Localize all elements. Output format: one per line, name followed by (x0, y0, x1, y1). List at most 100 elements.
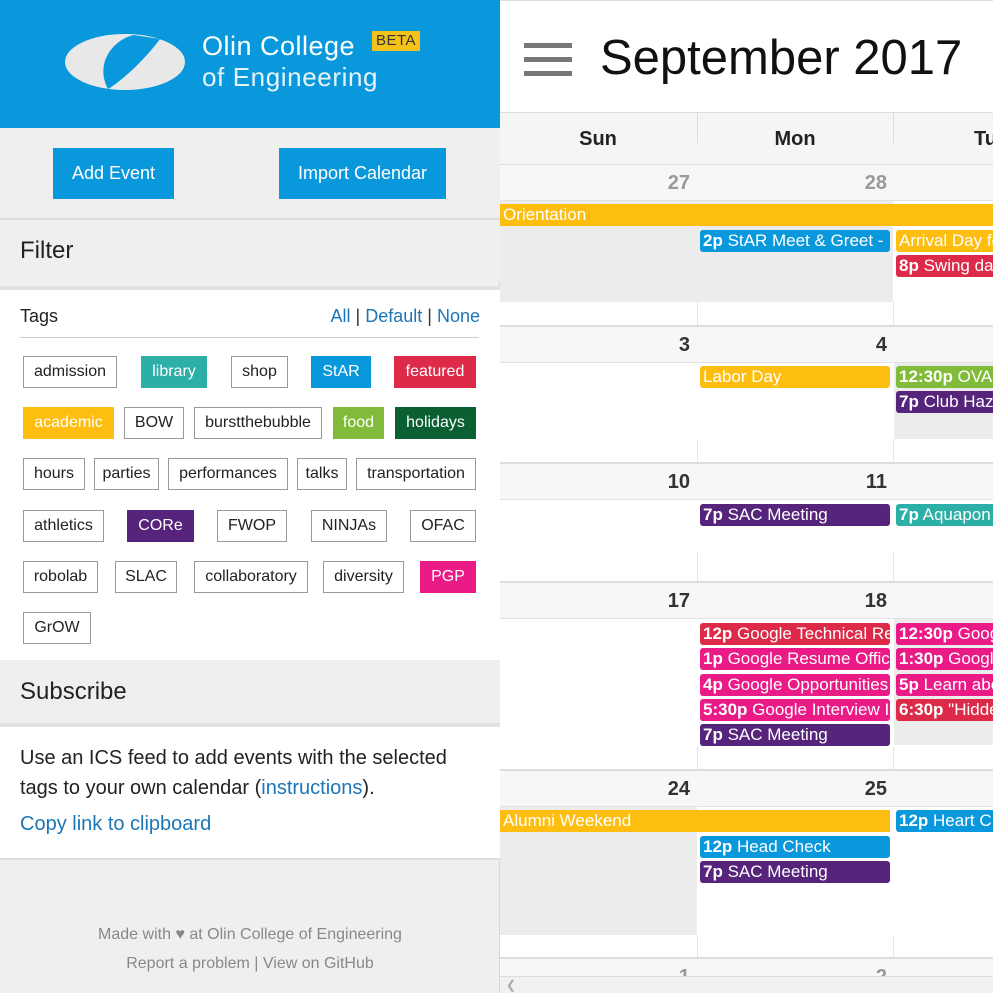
event-labor-day[interactable]: Labor Day (700, 366, 890, 388)
footer: Made with ♥ at Olin College of Engineeri… (0, 920, 500, 978)
filter-heading: Filter (0, 220, 500, 282)
tag-robolab[interactable]: robolab (23, 561, 98, 593)
tag-library[interactable]: library (141, 356, 207, 388)
instructions-link[interactable]: instructions (261, 777, 362, 799)
event-sac-meeting[interactable]: 7p SAC Meeting (700, 724, 890, 746)
subscribe-panel: Use an ICS feed to add events with the s… (0, 723, 500, 860)
select-all-link[interactable]: All (330, 306, 350, 326)
tag-star[interactable]: StAR (311, 356, 371, 388)
event-head-check[interactable]: 12p Head Check (700, 836, 890, 858)
dow-sunday: Sun (579, 127, 617, 150)
event-learn-about[interactable]: 5p Learn abo (896, 674, 993, 696)
day-number[interactable]: 27 (500, 172, 690, 195)
tag-shop[interactable]: shop (231, 356, 288, 388)
tag-pgp[interactable]: PGP (420, 561, 476, 593)
event-sac-meeting[interactable]: 7p SAC Meeting (700, 861, 890, 883)
event-alumni-weekend[interactable]: Alumni Weekend (500, 810, 890, 832)
event-club-haz[interactable]: 7p Club Haz (896, 391, 993, 413)
tag-parties[interactable]: parties (94, 458, 159, 490)
tag-holidays[interactable]: holidays (395, 407, 476, 439)
event-star-meet-greet[interactable]: 2p StAR Meet & Greet - (700, 230, 890, 252)
hamburger-menu-icon[interactable] (524, 43, 572, 76)
tag-ninjas[interactable]: NINJAs (311, 510, 387, 542)
tag-fwop[interactable]: FWOP (217, 510, 287, 542)
event-sac-meeting[interactable]: 7p SAC Meeting (700, 504, 890, 526)
divider (20, 337, 479, 338)
subscribe-text: Use an ICS feed to add events with the s… (20, 747, 447, 799)
sidebar: Olin College of Engineering BETA Add Eve… (0, 0, 500, 993)
tag-selection-links: All | Default | None (330, 306, 480, 327)
beta-badge: BETA (372, 31, 421, 51)
day-number[interactable]: 11 (697, 471, 887, 494)
week-row: 17 18 12p Google Technical Re 1p Google … (500, 583, 993, 771)
week-row: 3 4 Labor Day 12:30p OVA 7p Club Haz (500, 327, 993, 464)
event-heart-c[interactable]: 12p Heart C (896, 810, 993, 832)
event-hidden[interactable]: 6:30p "Hidde (896, 699, 993, 721)
select-default-link[interactable]: Default (365, 306, 422, 326)
event-google-opportunities[interactable]: 4p Google Opportunities (700, 674, 890, 696)
day-number[interactable]: 17 (500, 590, 690, 613)
day-number[interactable]: 25 (697, 778, 887, 801)
day-number[interactable]: 10 (500, 471, 690, 494)
dow-tuesday: Tu (974, 127, 993, 150)
tag-core[interactable]: CORe (127, 510, 194, 542)
filter-panel: Tags All | Default | None admission libr… (0, 286, 500, 660)
tag-hours[interactable]: hours (23, 458, 85, 490)
event-google-tuesday[interactable]: 12:30p Goog (896, 623, 993, 645)
tag-bow[interactable]: BOW (124, 407, 184, 439)
tags-label: Tags (20, 306, 59, 326)
tag-slac[interactable]: SLAC (115, 561, 177, 593)
logo-text-line2: of Engineering (202, 62, 379, 92)
tag-featured[interactable]: featured (394, 356, 476, 388)
event-ova[interactable]: 12:30p OVA (896, 366, 993, 388)
subscribe-heading: Subscribe (0, 661, 500, 723)
logo-header[interactable]: Olin College of Engineering BETA (0, 0, 500, 128)
tag-collaboratory[interactable]: collaboratory (194, 561, 308, 593)
day-number[interactable]: 3 (500, 334, 690, 357)
separator: | (355, 306, 361, 326)
tag-grow[interactable]: GrOW (23, 612, 91, 644)
footer-credit: Made with ♥ at Olin College of Engineeri… (98, 926, 402, 943)
event-google-resume[interactable]: 1p Google Resume Offic (700, 648, 890, 670)
event-google-tuesday-2[interactable]: 1:30p Googl (896, 648, 993, 670)
subscribe-description: Use an ICS feed to add events with the s… (20, 743, 470, 803)
subscribe-text-end: ). (362, 777, 375, 799)
report-problem-link[interactable]: Report a problem (126, 955, 250, 972)
horizontal-scrollbar[interactable]: ❮ (500, 976, 993, 993)
import-calendar-button[interactable]: Import Calendar (279, 148, 446, 199)
event-orientation[interactable]: Orientation (500, 204, 993, 226)
tag-performances[interactable]: performances (168, 458, 288, 490)
tag-talks[interactable]: talks (297, 458, 347, 490)
week-row: 10 11 7p SAC Meeting 7p Aquapon (500, 464, 993, 583)
tag-food[interactable]: food (333, 407, 384, 439)
add-event-button[interactable]: Add Event (53, 148, 174, 199)
event-arrival-day[interactable]: Arrival Day fo (896, 230, 993, 252)
day-number[interactable]: 4 (697, 334, 887, 357)
view-on-github-link[interactable]: View on GitHub (263, 955, 374, 972)
tag-diversity[interactable]: diversity (323, 561, 404, 593)
actions-bar: Add Event Import Calendar (0, 128, 500, 220)
tag-transportation[interactable]: transportation (356, 458, 476, 490)
calendar-month-title: September 2017 (600, 31, 963, 85)
tag-athletics[interactable]: athletics (23, 510, 104, 542)
tag-admission[interactable]: admission (23, 356, 117, 388)
day-number[interactable]: 18 (697, 590, 887, 613)
event-swing-dance[interactable]: 8p Swing da (896, 255, 993, 277)
tag-academic[interactable]: academic (23, 407, 114, 439)
calendar: September 2017 Sun Mon Tu 27 28 Orientat… (500, 0, 993, 993)
day-of-week-header: Sun Mon Tu (500, 112, 993, 165)
separator: | (427, 306, 432, 326)
day-number[interactable]: 28 (697, 172, 887, 195)
event-aquaponics[interactable]: 7p Aquapon (896, 504, 993, 526)
tag-ofac[interactable]: OFAC (410, 510, 476, 542)
dow-monday: Mon (774, 127, 816, 150)
day-number[interactable]: 24 (500, 778, 690, 801)
copy-link-to-clipboard[interactable]: Copy link to clipboard (20, 813, 211, 836)
select-none-link[interactable]: None (437, 306, 480, 326)
event-google-technical[interactable]: 12p Google Technical Re (700, 623, 890, 645)
olin-logo-icon (65, 34, 185, 90)
week-row: 24 25 Alumni Weekend 12p Head Check 7p S… (500, 771, 993, 959)
event-google-interview[interactable]: 5:30p Google Interview I (700, 699, 890, 721)
scroll-left-arrow-icon[interactable]: ❮ (506, 978, 516, 992)
tag-burstthebubble[interactable]: burstthebubble (194, 407, 322, 439)
